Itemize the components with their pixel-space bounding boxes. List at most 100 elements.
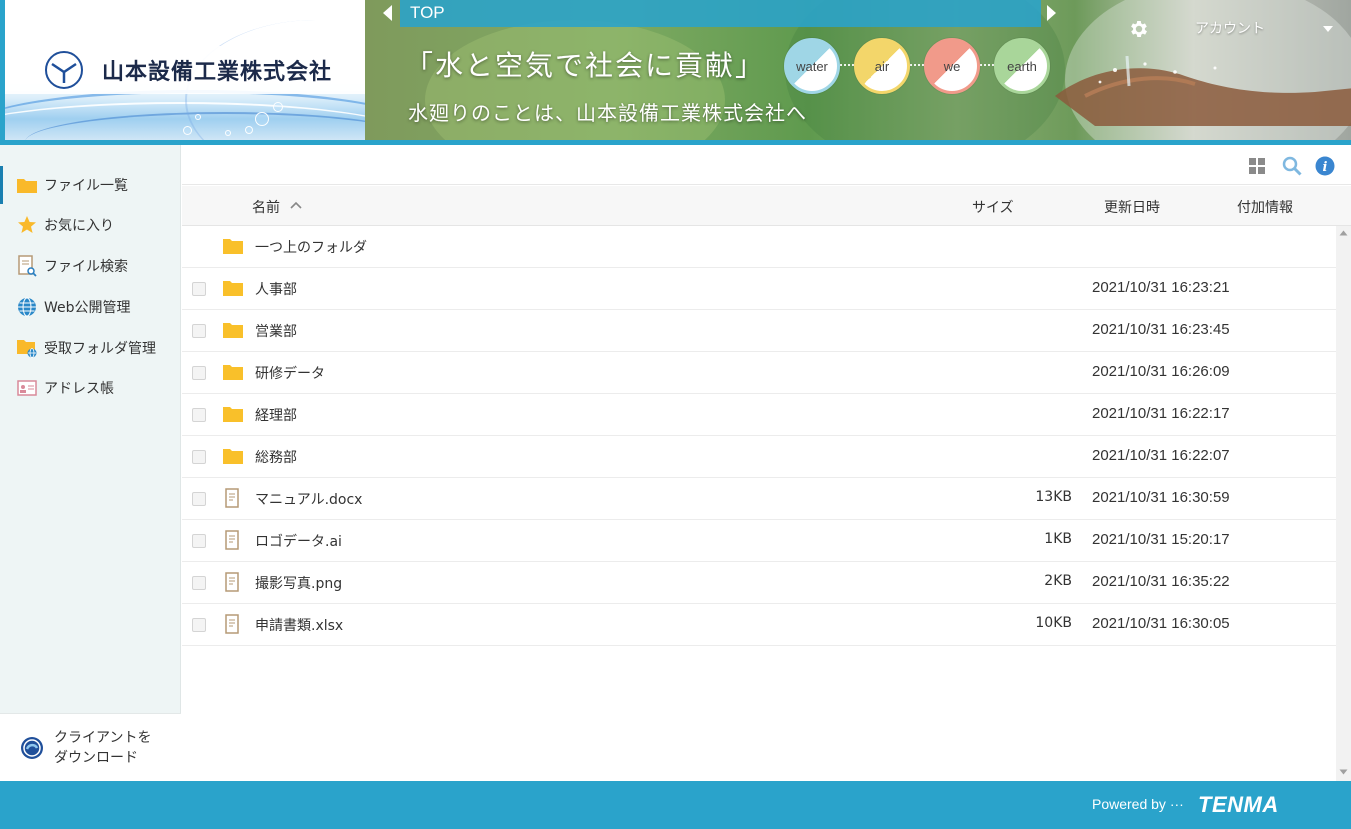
file-size: 1KB xyxy=(1044,531,1072,547)
row-checkbox[interactable] xyxy=(192,576,206,590)
row-checkbox[interactable] xyxy=(192,450,206,464)
account-menu-label[interactable]: アカウント xyxy=(1195,18,1265,38)
table-row[interactable]: 経理部 2021/10/31 16:22:17 xyxy=(182,394,1336,436)
sort-ascending-icon[interactable] xyxy=(290,201,302,209)
file-name[interactable]: 研修データ xyxy=(255,363,325,383)
file-updated: 2021/10/31 16:22:07 xyxy=(1092,447,1230,464)
table-row[interactable]: ロゴデータ.ai 1KB 2021/10/31 15:20:17 xyxy=(182,520,1336,562)
forward-arrow-icon[interactable] xyxy=(1045,3,1059,23)
download-client-label-1: クライアントを xyxy=(54,729,152,746)
file-updated: 2021/10/31 16:30:59 xyxy=(1092,489,1230,506)
folder-icon xyxy=(223,407,243,422)
back-arrow-icon[interactable] xyxy=(380,3,394,23)
file-updated: 2021/10/31 16:35:22 xyxy=(1092,573,1230,590)
file-list-panel: i 名前 サイズ 更新日時 付加情報 一つ上のフォルダ 人事部 2021/10/… xyxy=(182,145,1351,781)
file-updated: 2021/10/31 16:23:45 xyxy=(1092,321,1230,338)
parent-folder-label: 一つ上のフォルダ xyxy=(255,240,367,256)
folder-icon xyxy=(16,174,38,196)
receive-folder-icon xyxy=(16,337,38,359)
vertical-scrollbar[interactable] xyxy=(1336,226,1351,781)
sidebar-item-favorites[interactable]: お気に入り xyxy=(0,206,181,244)
app-footer: Powered by ··· TENMA xyxy=(0,781,1351,829)
client-download-icon xyxy=(21,736,43,759)
table-row[interactable]: 撮影写真.png 2KB 2021/10/31 16:35:22 xyxy=(182,562,1336,604)
sidebar-item-receive-folder[interactable]: 受取フォルダ管理 xyxy=(0,329,181,367)
eco-circle-water: water xyxy=(784,38,840,94)
document-icon xyxy=(225,614,239,634)
row-checkbox[interactable] xyxy=(192,366,206,380)
table-row[interactable]: 人事部 2021/10/31 16:23:21 xyxy=(182,268,1336,310)
scroll-up-icon[interactable] xyxy=(1339,230,1348,236)
company-name: 山本設備工業株式会社 xyxy=(102,59,333,85)
file-updated: 2021/10/31 15:20:17 xyxy=(1092,531,1230,548)
gear-icon[interactable] xyxy=(1128,18,1150,40)
banner-tagline-main: 「水と空気で社会に貢献」 xyxy=(405,49,766,82)
column-header-extra[interactable]: 付加情報 xyxy=(1237,197,1293,217)
row-checkbox[interactable] xyxy=(192,408,206,422)
download-client-button[interactable]: クライアントを ダウンロード xyxy=(0,713,181,781)
eco-circle-we: we xyxy=(924,38,980,94)
file-name[interactable]: 営業部 xyxy=(255,321,297,341)
file-size: 10KB xyxy=(1035,615,1072,631)
search-icon[interactable] xyxy=(1282,156,1302,176)
download-client-label-2: ダウンロード xyxy=(54,749,138,766)
file-name[interactable]: 人事部 xyxy=(255,279,297,299)
table-row[interactable]: マニュアル.docx 13KB 2021/10/31 16:30:59 xyxy=(182,478,1336,520)
eco-circle-air: air xyxy=(854,38,910,94)
company-logo-area: 山本設備工業株式会社 xyxy=(5,0,365,140)
sidebar-item-file-list[interactable]: ファイル一覧 xyxy=(0,166,181,204)
row-checkbox[interactable] xyxy=(192,492,206,506)
folder-icon xyxy=(223,449,243,464)
scroll-down-icon[interactable] xyxy=(1339,769,1348,775)
row-checkbox[interactable] xyxy=(192,534,206,548)
file-name[interactable]: マニュアル.docx xyxy=(255,489,362,509)
row-checkbox[interactable] xyxy=(192,324,206,338)
folder-icon xyxy=(223,323,243,338)
company-logo-icon xyxy=(45,51,83,89)
file-search-icon xyxy=(16,255,38,277)
column-header-updated[interactable]: 更新日時 xyxy=(1104,197,1160,217)
column-header-name[interactable]: 名前 xyxy=(252,197,280,217)
table-row[interactable]: 研修データ 2021/10/31 16:26:09 xyxy=(182,352,1336,394)
file-updated: 2021/10/31 16:30:05 xyxy=(1092,615,1230,632)
sidebar-item-file-search[interactable]: ファイル検索 xyxy=(0,247,181,285)
svg-text:i: i xyxy=(1323,160,1328,175)
grid-view-icon[interactable] xyxy=(1249,158,1265,174)
info-icon[interactable]: i xyxy=(1315,156,1335,176)
folder-icon xyxy=(223,239,243,254)
tenma-logo: TENMA xyxy=(1198,792,1279,817)
row-checkbox[interactable] xyxy=(192,282,206,296)
sidebar: ファイル一覧 お気に入り ファイル検索 Web公開管理 受取フォルダ管理 アドレ… xyxy=(0,145,181,781)
document-icon xyxy=(225,572,239,592)
hand-water-illustration xyxy=(1055,56,1351,126)
file-updated: 2021/10/31 16:23:21 xyxy=(1092,279,1230,296)
breadcrumb-top-link[interactable]: TOP xyxy=(410,3,445,23)
document-icon xyxy=(225,488,239,508)
file-name[interactable]: 申請書類.xlsx xyxy=(255,615,343,635)
file-name[interactable]: 総務部 xyxy=(255,447,297,467)
file-size: 2KB xyxy=(1044,573,1072,589)
chevron-down-icon[interactable] xyxy=(1322,25,1334,33)
sidebar-item-address-book[interactable]: アドレス帳 xyxy=(0,369,181,407)
column-header-size[interactable]: サイズ xyxy=(972,197,1014,217)
folder-icon xyxy=(223,281,243,296)
row-checkbox[interactable] xyxy=(192,618,206,632)
file-updated: 2021/10/31 16:26:09 xyxy=(1092,363,1230,380)
address-book-icon xyxy=(16,377,38,399)
globe-icon xyxy=(16,296,38,318)
star-icon xyxy=(16,214,38,236)
app-header: 山本設備工業株式会社 「水と空気で社会に貢献」 水廻りのことは、山本設備工業株式… xyxy=(0,0,1351,145)
table-row[interactable]: 申請書類.xlsx 10KB 2021/10/31 16:30:05 xyxy=(182,604,1336,646)
powered-by-label: Powered by ··· xyxy=(1092,796,1184,812)
document-icon xyxy=(225,530,239,550)
table-row[interactable]: 総務部 2021/10/31 16:22:07 xyxy=(182,436,1336,478)
table-row[interactable]: 営業部 2021/10/31 16:23:45 xyxy=(182,310,1336,352)
file-name[interactable]: 撮影写真.png xyxy=(255,573,342,593)
parent-folder-row[interactable]: 一つ上のフォルダ xyxy=(182,226,1336,268)
breadcrumb: TOP xyxy=(400,0,1041,27)
file-name[interactable]: ロゴデータ.ai xyxy=(255,531,342,551)
sidebar-item-web-publish[interactable]: Web公開管理 xyxy=(0,288,181,326)
file-list-header: 名前 サイズ 更新日時 付加情報 xyxy=(182,186,1351,226)
file-name[interactable]: 経理部 xyxy=(255,405,297,425)
file-toolbar: i xyxy=(182,145,1351,185)
